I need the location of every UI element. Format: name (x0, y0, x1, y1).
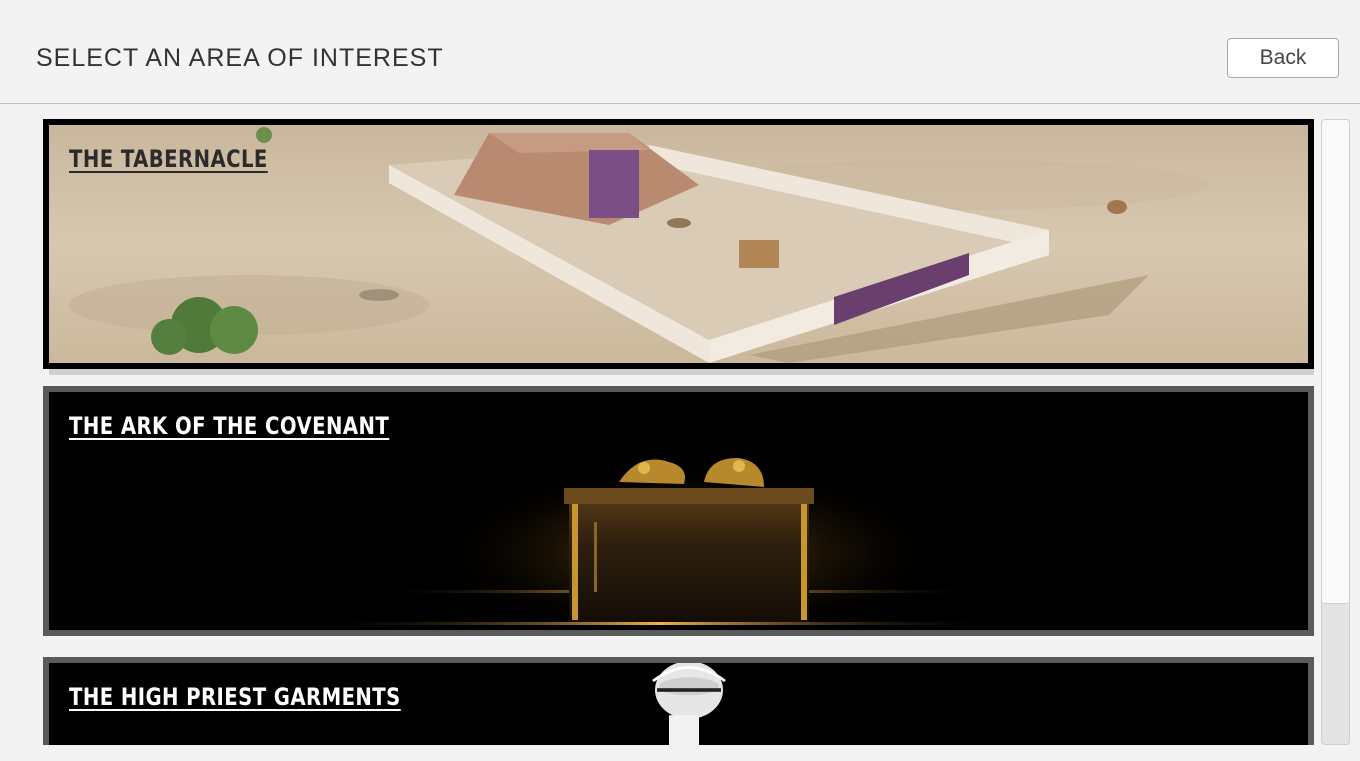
card-tabernacle[interactable]: THE TABERNACLE (43, 119, 1314, 369)
card-high-priest-garments[interactable]: THE HIGH PRIEST GARMENTS (43, 657, 1314, 745)
header-bar: SELECT AN AREA OF INTEREST Back (0, 0, 1360, 104)
card-ark-of-the-covenant[interactable]: THE ARK OF THE COVENANT (43, 386, 1314, 636)
area-list: THE TABERNACLE THE ARK OF THE COVENANT T… (0, 105, 1360, 745)
card-title-ark: THE ARK OF THE COVENANT (69, 412, 390, 440)
back-button[interactable]: Back (1227, 38, 1339, 78)
page-title: SELECT AN AREA OF INTEREST (36, 44, 444, 72)
card-title-high-priest: THE HIGH PRIEST GARMENTS (69, 683, 401, 711)
card-title-tabernacle: THE TABERNACLE (69, 145, 268, 173)
card-shadow (49, 369, 1314, 375)
scrollbar-thumb[interactable] (1322, 120, 1349, 604)
vertical-scrollbar[interactable] (1321, 119, 1350, 745)
